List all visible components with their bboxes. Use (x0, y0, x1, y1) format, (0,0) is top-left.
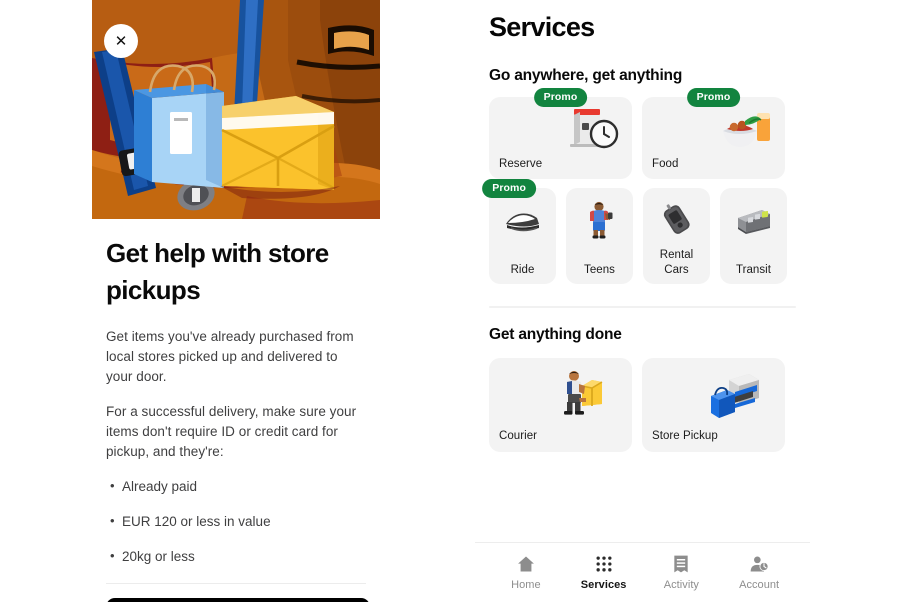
service-tile-label: Ride (510, 263, 535, 276)
food-bowl-icon (717, 105, 773, 151)
courier-person-icon (552, 368, 610, 420)
nav-item-services[interactable]: Services (573, 554, 635, 591)
person-icon (749, 554, 769, 574)
description-paragraph-2: For a successful delivery, make sure you… (106, 404, 357, 460)
store-pickup-info-panel: ✕ Get help with store pickups Get items … (92, 0, 380, 602)
list-item: Already paid (106, 477, 366, 497)
service-tile-label: Reserve (499, 157, 543, 170)
nav-label: Home (511, 579, 541, 591)
nav-label: Services (580, 579, 627, 591)
promo-badge: Promo (686, 88, 741, 107)
teen-person-icon (580, 200, 620, 240)
service-tile-label: Food (652, 157, 679, 170)
nav-item-activity[interactable]: Activity (650, 554, 712, 591)
services-panel: Services Go anywhere, get anything Promo (475, 0, 810, 602)
requirements-list: Already paid EUR 120 or less in value 20… (106, 477, 366, 567)
promo-badge: Promo (482, 179, 536, 198)
try-store-pickup-button[interactable]: Try store pickup (106, 597, 370, 602)
hero-illustration: ✕ (92, 0, 380, 219)
service-tile-row: Courier Store Pickup (489, 358, 810, 452)
service-tile-label: Rental Cars (659, 249, 694, 276)
store-pickup-icon (705, 368, 763, 420)
service-tile-ride[interactable]: Promo Ride (482, 179, 556, 284)
nav-label: Activity (663, 579, 699, 591)
bottom-navigation-bar: Home Services Activity Account (475, 542, 810, 602)
panel-content: Get help with store pickups Get items yo… (92, 219, 380, 602)
page-title: Get help with store pickups (106, 238, 329, 305)
section-heading-go-anywhere: Go anywhere, get anything (489, 67, 683, 84)
section-divider (489, 306, 796, 308)
nav-item-home[interactable]: Home (495, 554, 557, 591)
home-icon (516, 554, 536, 574)
nav-label: Account (739, 579, 780, 591)
close-icon: ✕ (114, 32, 128, 50)
reserve-clock-icon (564, 105, 620, 151)
nav-item-account[interactable]: Account (728, 554, 790, 591)
section-heading-get-anything-done: Get anything done (489, 326, 622, 343)
service-tile-reserve[interactable]: Promo Reserve (489, 88, 632, 179)
service-tile-label: Courier (499, 429, 538, 442)
service-tile-courier[interactable]: Courier (489, 358, 632, 452)
service-tile-label: Transit (735, 263, 772, 276)
service-tile-label: Teens (584, 263, 615, 276)
service-tile-row: Promo Reserve Promo Food (489, 88, 810, 179)
close-button[interactable]: ✕ (104, 24, 138, 58)
car-key-icon (657, 200, 697, 240)
app-screenshot: ✕ Get help with store pickups Get items … (0, 0, 900, 602)
services-page-title: Services (489, 12, 595, 42)
receipt-icon (671, 554, 691, 574)
grid-dots-icon (594, 554, 614, 574)
service-tile-store-pickup[interactable]: Store Pickup (642, 358, 785, 452)
list-item: 20kg or less (106, 547, 366, 567)
service-tile-label: Store Pickup (652, 429, 718, 442)
transit-tram-icon (734, 200, 774, 240)
description-paragraph-1: Get items you've already purchased from … (106, 328, 354, 384)
service-tile-row: Promo Ride Teens Rental Cars Transit (482, 179, 810, 284)
service-tile-food[interactable]: Promo Food (642, 88, 785, 179)
divider (106, 582, 366, 584)
promo-badge: Promo (533, 88, 588, 107)
service-tile-transit[interactable]: Transit (720, 188, 787, 284)
service-tile-rental-cars[interactable]: Rental Cars (643, 188, 710, 284)
car-icon (503, 200, 543, 240)
service-tile-teens[interactable]: Teens (566, 188, 633, 284)
list-item: EUR 120 or less in value (106, 512, 366, 532)
